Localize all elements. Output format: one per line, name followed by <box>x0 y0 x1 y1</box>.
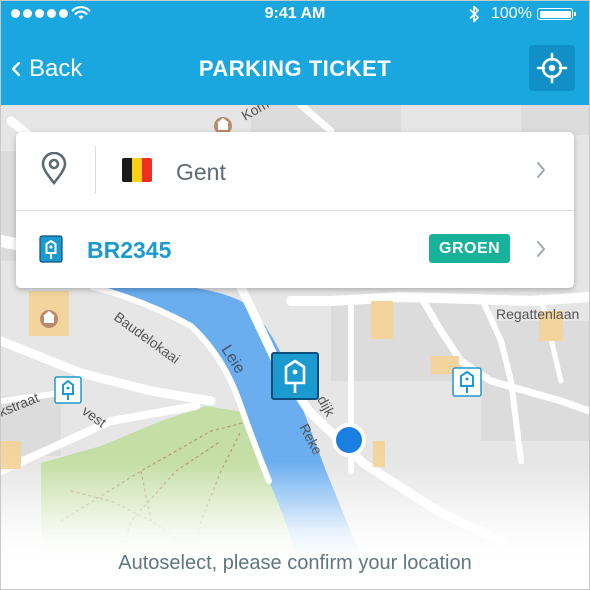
status-bar: 9:41 AM 100% <box>1 1 589 27</box>
bluetooth-icon <box>469 5 479 23</box>
battery-percent: 100% <box>491 5 532 22</box>
parking-marker-small-right[interactable] <box>452 367 482 397</box>
navigation-bar: Back PARKING TICKET <box>1 27 589 105</box>
zone-badge: GROEN <box>429 234 511 263</box>
phone-screen: 9:41 AM 100% Back PARKING TICKET Regatte… <box>0 0 590 590</box>
selection-card: Gent BR2345 GROEN <box>16 132 574 288</box>
locate-me-button[interactable] <box>529 45 575 91</box>
map-pin-icon <box>41 152 67 186</box>
parking-marker-small-left[interactable] <box>54 376 82 404</box>
current-location-dot <box>332 423 366 457</box>
chevron-right-icon <box>537 162 545 178</box>
battery-icon <box>537 8 576 20</box>
vehicle-row[interactable]: BR2345 GROEN <box>16 211 574 288</box>
museum-icon-1 <box>40 310 58 328</box>
parking-marker-selected[interactable] <box>271 352 319 400</box>
chevron-right-icon <box>537 241 545 257</box>
license-plate: BR2345 <box>87 237 172 263</box>
location-row[interactable]: Gent <box>16 132 574 209</box>
crosshair-icon <box>536 52 568 84</box>
row-divider <box>95 146 96 194</box>
city-label: Gent <box>176 159 226 185</box>
location-hint: Autoselect, please confirm your location <box>118 552 472 574</box>
page-title: PARKING TICKET <box>198 56 392 81</box>
belgium-flag-icon <box>122 158 152 182</box>
street-label-regattenlaan: Regattenlaan <box>496 306 579 322</box>
parking-tag-icon <box>39 235 63 263</box>
